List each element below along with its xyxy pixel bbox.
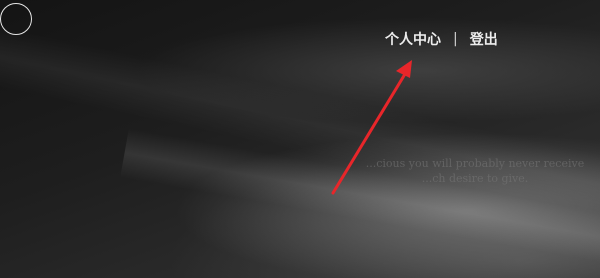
arrow-shaft xyxy=(331,72,407,195)
red-arrow-annotation xyxy=(331,60,412,195)
